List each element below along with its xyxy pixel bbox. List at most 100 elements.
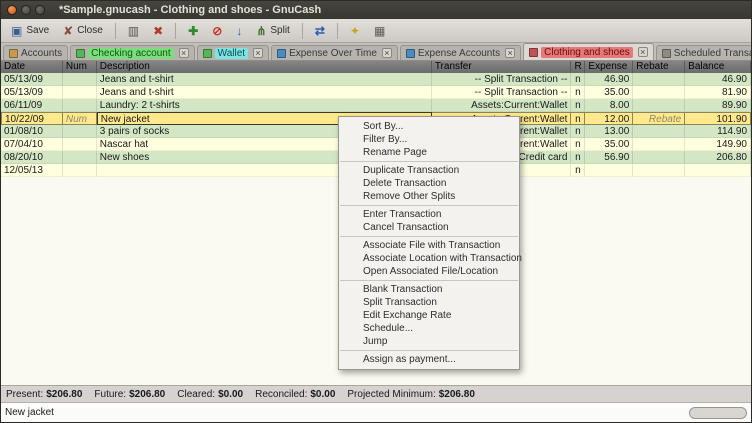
cell-rebate[interactable] [633,99,685,112]
menu-item-associate-file[interactable]: Associate File with Transaction [339,239,519,252]
cell-rebate[interactable] [633,151,685,164]
cell-transfer[interactable]: Assets:Current:Wallet [432,99,572,112]
cell-rebate[interactable] [633,164,685,177]
cell-rebate[interactable] [633,138,685,151]
register-row[interactable]: 05/13/09 Jeans and t-shirt -- Split Tran… [1,73,751,86]
cell-num[interactable] [63,125,97,138]
window-close-button[interactable] [7,5,17,15]
cell-num[interactable] [63,138,97,151]
tab-scheduled-transactions[interactable]: Scheduled Transactions × [656,45,752,60]
menu-item-assign-as-payment[interactable]: Assign as payment... [339,353,519,366]
cell-date[interactable]: 12/05/13 [1,164,63,177]
cell-balance[interactable] [685,164,751,177]
menu-item-sort-by[interactable]: Sort By... [339,120,519,133]
cell-rebate[interactable] [633,86,685,99]
cell-description[interactable]: Laundry: 2 t-shirts [97,99,432,112]
cell-num[interactable] [63,164,97,177]
cell-rebate[interactable] [633,73,685,86]
cell-date[interactable]: 10/22/09 [1,112,63,125]
cell-num[interactable] [63,99,97,112]
tab-checking-account[interactable]: Checking account × [70,45,195,60]
close-button[interactable]: ✘ Close [57,23,109,39]
cell-expense[interactable]: 46.90 [585,73,633,86]
tab-accounts[interactable]: Accounts [3,45,68,60]
cell-date[interactable]: 07/04/10 [1,138,63,151]
tab-close-icon[interactable]: × [505,48,515,58]
column-header-rebate[interactable]: Rebate [633,61,685,73]
menu-item-cancel-transaction[interactable]: Cancel Transaction [339,221,519,234]
split-button[interactable]: ⋔ Split [250,23,296,39]
cell-reconcile[interactable]: n [571,99,585,112]
register-row[interactable]: 05/13/09 Jeans and t-shirt -- Split Tran… [1,86,751,99]
cell-transfer[interactable]: -- Split Transaction -- [432,73,572,86]
cell-reconcile[interactable]: n [571,73,585,86]
cell-reconcile[interactable]: n [571,164,585,177]
menu-item-edit-exchange-rate[interactable]: Edit Exchange Rate [339,309,519,322]
cell-description[interactable]: Jeans and t-shirt [97,86,432,99]
tab-wallet[interactable]: Wallet × [197,45,269,60]
cell-date[interactable]: 05/13/09 [1,73,63,86]
cell-num[interactable] [63,86,97,99]
cell-balance[interactable]: 206.80 [685,151,751,164]
tab-close-icon[interactable]: × [382,48,392,58]
tab-close-icon[interactable]: × [253,48,263,58]
column-header-date[interactable]: Date [1,61,63,73]
window-minimize-button[interactable] [21,5,31,15]
cell-date[interactable]: 05/13/09 [1,86,63,99]
cell-rebate[interactable] [633,125,685,138]
cell-balance[interactable]: 81.90 [685,86,751,99]
cell-description[interactable]: Jeans and t-shirt [97,73,432,86]
column-header-transfer[interactable]: Transfer [432,61,572,73]
cell-rebate-placeholder[interactable]: Rebate [633,112,685,125]
transfer-button[interactable]: ⇄ [309,23,331,39]
column-header-description[interactable]: Description [97,61,432,73]
menu-item-open-associated[interactable]: Open Associated File/Location [339,265,519,278]
menu-item-enter-transaction[interactable]: Enter Transaction [339,208,519,221]
tab-expense-over-time[interactable]: Expense Over Time × [271,45,398,60]
cell-expense[interactable]: 8.00 [585,99,633,112]
schedule-button[interactable]: ▦ [368,23,391,39]
cell-expense[interactable]: 13.00 [585,125,633,138]
cell-balance[interactable]: 89.90 [685,99,751,112]
jump-button[interactable]: ✦ [344,23,366,39]
cell-date[interactable]: 01/08/10 [1,125,63,138]
tab-close-icon[interactable]: × [179,48,189,58]
enter-transaction-button[interactable]: ↓ [230,23,248,39]
tab-clothing-and-shoes[interactable]: Clothing and shoes × [523,43,654,60]
delete-transaction-button[interactable]: ✖ [147,23,169,39]
column-header-num[interactable]: Num [63,61,97,73]
tab-close-icon[interactable]: × [638,47,648,57]
column-header-balance[interactable]: Balance [685,61,751,73]
menu-item-delete-transaction[interactable]: Delete Transaction [339,177,519,190]
cell-expense[interactable]: 56.90 [585,151,633,164]
cell-date[interactable]: 06/11/09 [1,99,63,112]
tab-expense-accounts[interactable]: Expense Accounts × [400,45,521,60]
save-button[interactable]: ▣ Save [5,23,55,39]
duplicate-transaction-button[interactable]: ▥ [122,23,145,39]
cell-expense[interactable] [585,164,633,177]
cell-reconcile[interactable]: n [571,138,585,151]
cancel-transaction-button[interactable]: ⊘ [206,23,228,39]
column-header-expense[interactable]: Expense [585,61,633,73]
menu-item-duplicate-transaction[interactable]: Duplicate Transaction [339,164,519,177]
cell-balance[interactable]: 114.90 [685,125,751,138]
register-row[interactable]: 06/11/09 Laundry: 2 t-shirts Assets:Curr… [1,99,751,112]
blank-transaction-button[interactable]: ✚ [182,23,204,39]
menu-item-filter-by[interactable]: Filter By... [339,133,519,146]
cell-num-placeholder[interactable]: Num [63,112,97,125]
cell-reconcile[interactable]: n [571,151,585,164]
menu-item-schedule[interactable]: Schedule... [339,322,519,335]
menu-item-jump[interactable]: Jump [339,335,519,348]
cell-balance[interactable]: 46.90 [685,73,751,86]
cell-num[interactable] [63,73,97,86]
cell-date[interactable]: 08/20/10 [1,151,63,164]
cell-expense[interactable]: 35.00 [585,86,633,99]
cell-reconcile[interactable]: n [571,86,585,99]
menu-item-split-transaction[interactable]: Split Transaction [339,296,519,309]
cell-num[interactable] [63,151,97,164]
menu-item-associate-location[interactable]: Associate Location with Transaction [339,252,519,265]
cell-balance[interactable]: 149.90 [685,138,751,151]
cell-transfer[interactable]: -- Split Transaction -- [432,86,572,99]
menu-item-blank-transaction[interactable]: Blank Transaction [339,283,519,296]
cell-reconcile[interactable]: n [571,112,585,125]
